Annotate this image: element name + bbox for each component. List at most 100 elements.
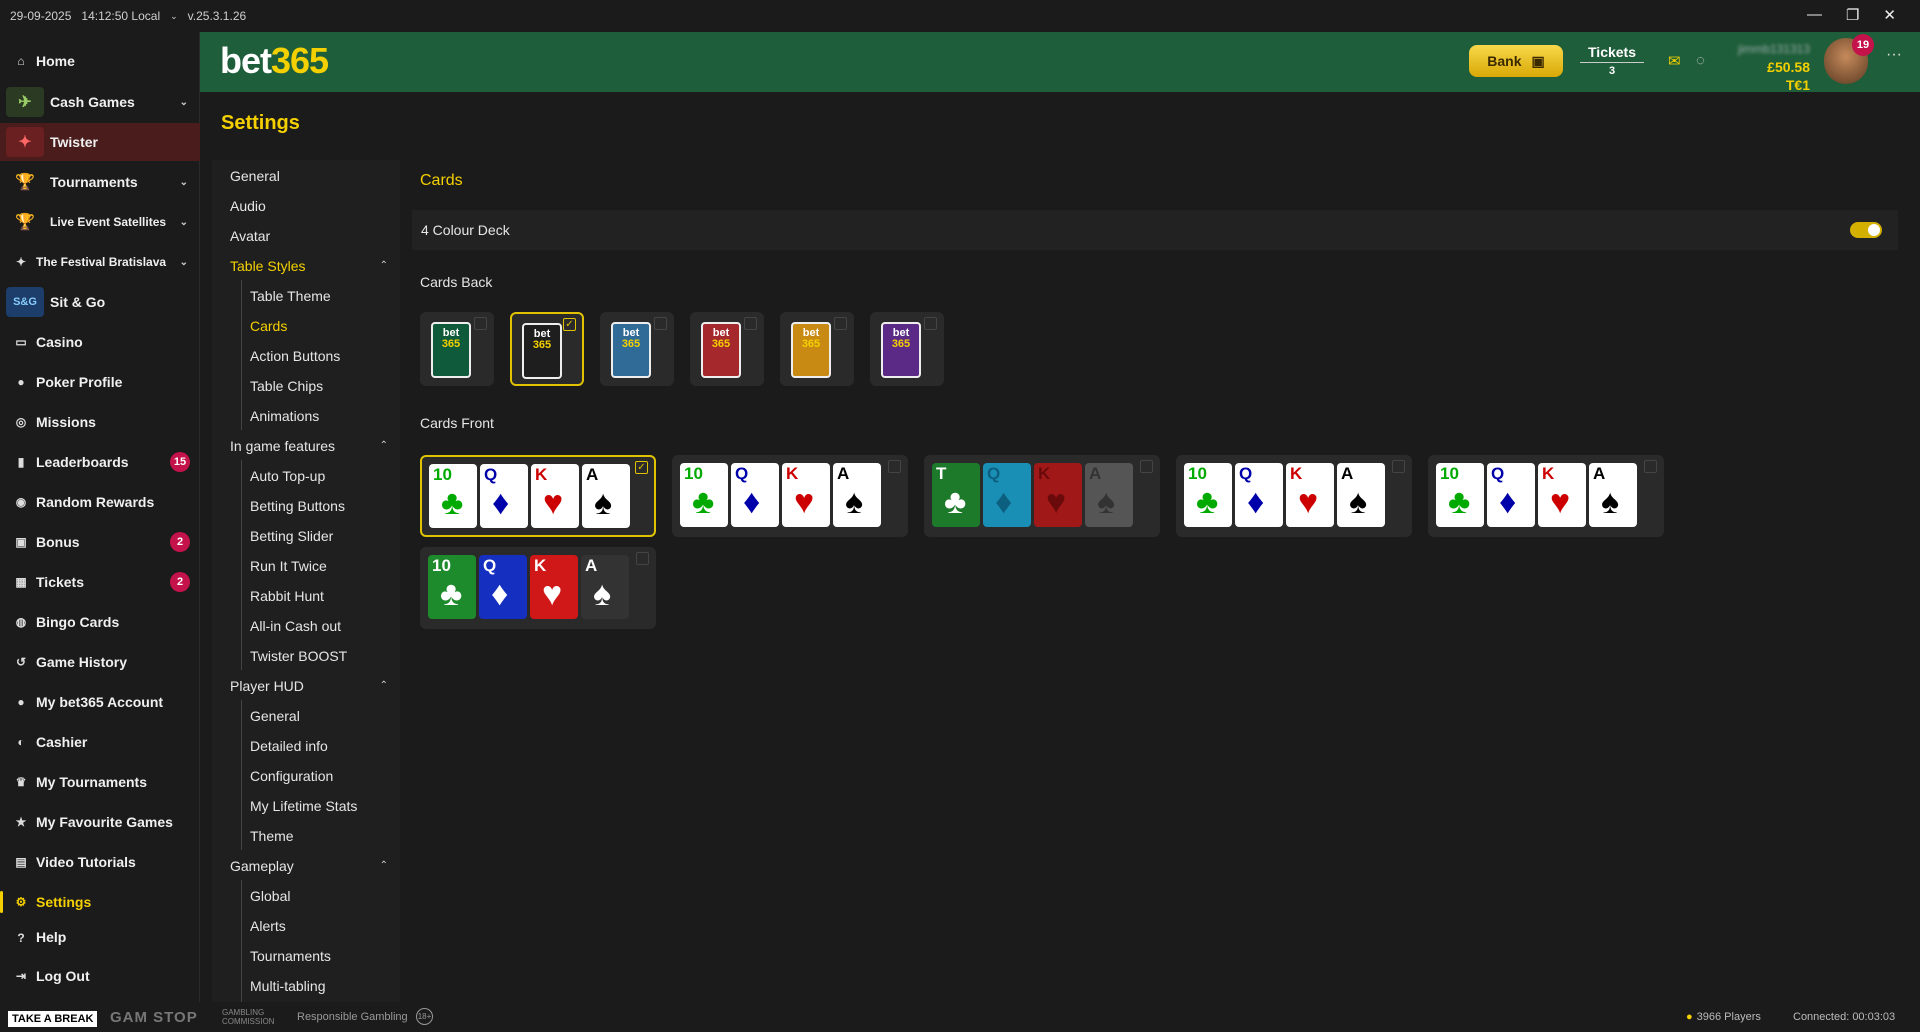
chevron-down-icon[interactable]: ⌄ [180, 177, 188, 188]
chevron-down-icon[interactable]: ⌄ [180, 97, 188, 108]
mail-icon[interactable]: ✉ [1668, 52, 1681, 70]
settings-nav-general[interactable]: General [230, 168, 280, 184]
sidebar-item-my-tournaments[interactable]: ♛ My Tournaments [0, 763, 200, 801]
sidebar-item-cash-games[interactable]: ✈ Cash Games ⌄ [0, 83, 200, 121]
sidebar-item-settings[interactable]: ⚙ Settings [0, 883, 200, 921]
card-front-option[interactable]: 10♣Q♦K♥A♠✓ [420, 455, 656, 537]
card-preview: 10 ♣ [429, 464, 477, 528]
card-back-option[interactable]: bet365✓ [510, 312, 584, 386]
sidebar-item-cashier[interactable]: ◐ Cashier [0, 723, 200, 761]
settings-nav-animations[interactable]: Animations [250, 408, 319, 424]
more-options-icon[interactable]: ··· [1886, 46, 1902, 64]
minimize-icon[interactable]: — [1807, 6, 1822, 24]
chevron-down-icon[interactable]: ⌄ [180, 217, 188, 228]
card-back-option[interactable]: bet365✓ [420, 312, 494, 386]
settings-nav-betting-buttons[interactable]: Betting Buttons [250, 498, 345, 514]
chevron-up-icon[interactable]: ⌃ [380, 260, 388, 271]
sidebar-item-sit-go[interactable]: S&G Sit & Go [0, 283, 200, 321]
card-front-option[interactable]: 10♣Q♦K♥A♠✓ [420, 547, 656, 629]
balance-panel[interactable]: jimmb131313 £50.58 T€1 [1700, 40, 1810, 94]
sidebar-item-game-history[interactable]: ↺ Game History [0, 643, 200, 681]
settings-nav-twister-boost[interactable]: Twister BOOST [250, 648, 347, 664]
card-front-option[interactable]: T♣Q♦K♥A♠✓ [924, 455, 1160, 537]
card-rank: 10 [1440, 464, 1459, 483]
settings-nav-theme[interactable]: Theme [250, 828, 294, 844]
chevron-down-icon[interactable]: ⌄ [180, 257, 188, 268]
settings-nav-rabbit-hunt[interactable]: Rabbit Hunt [250, 588, 324, 604]
sidebar-item-tickets[interactable]: ▦ Tickets 2 [0, 563, 200, 601]
settings-nav-gameplay[interactable]: Gameplay [230, 858, 294, 874]
timezone-dropdown[interactable]: ⌄ [170, 11, 178, 22]
settings-nav-auto-top-up[interactable]: Auto Top-up [250, 468, 325, 484]
bonus-badge: 2 [170, 532, 190, 552]
card-front-option[interactable]: 10♣Q♦K♥A♠✓ [672, 455, 908, 537]
avatar[interactable]: 19 [1824, 34, 1874, 84]
card-front-option[interactable]: 10♣Q♦K♥A♠✓ [1428, 455, 1664, 537]
settings-nav-configuration[interactable]: Configuration [250, 768, 333, 784]
gambling-commission-logo[interactable]: GAMBLING COMMISSION [222, 1008, 282, 1026]
card-rank: K [1542, 464, 1555, 483]
card-suit-icon: ♠ [1601, 483, 1620, 521]
sidebar-item-casino[interactable]: ▭ Casino [0, 323, 200, 361]
settings-nav-in-game-features[interactable]: In game features [230, 438, 335, 454]
settings-nav-my-lifetime-stats[interactable]: My Lifetime Stats [250, 798, 357, 814]
sidebar-item-my-favourite-games[interactable]: ★ My Favourite Games [0, 803, 200, 841]
card-back-logo-text: 365 [621, 338, 641, 350]
responsible-gambling-link[interactable]: Responsible Gambling [297, 1011, 408, 1023]
settings-nav-audio[interactable]: Audio [230, 198, 266, 214]
settings-nav-alerts[interactable]: Alerts [250, 918, 286, 934]
sidebar-item-poker-profile[interactable]: ● Poker Profile [0, 363, 200, 401]
settings-nav-run-it-twice[interactable]: Run It Twice [250, 558, 327, 574]
chevron-up-icon[interactable]: ⌃ [380, 440, 388, 451]
settings-nav-table-styles[interactable]: Table Styles [230, 258, 305, 274]
chevron-up-icon[interactable]: ⌃ [380, 680, 388, 691]
sidebar-item-tournaments[interactable]: 🏆 Tournaments ⌄ [0, 163, 200, 201]
sidebar-item-leaderboards[interactable]: ▮ Leaderboards 15 [0, 443, 200, 481]
settings-nav-all-in-cash-out[interactable]: All-in Cash out [250, 618, 341, 634]
restore-icon[interactable]: ❐ [1846, 6, 1859, 24]
card-back-option[interactable]: bet365✓ [600, 312, 674, 386]
settings-nav-cards[interactable]: Cards [250, 318, 287, 334]
settings-nav-detailed-info[interactable]: Detailed info [250, 738, 328, 754]
tickets-button[interactable]: Tickets 3 [1580, 44, 1644, 77]
checkbox-icon: ✓ [924, 317, 937, 330]
sidebar-item-random-rewards[interactable]: ◉ Random Rewards [0, 483, 200, 521]
checkbox-icon: ✓ [636, 552, 649, 565]
card-suit-icon: ♦ [1247, 483, 1265, 521]
card-back-option[interactable]: bet365✓ [870, 312, 944, 386]
four-colour-deck-toggle[interactable] [1850, 222, 1882, 238]
settings-nav-avatar[interactable]: Avatar [230, 228, 270, 244]
sidebar-item-video-tutorials[interactable]: ▤ Video Tutorials [0, 843, 200, 881]
settings-nav-tournaments[interactable]: Tournaments [250, 948, 331, 964]
bank-button[interactable]: Bank ▣ [1469, 45, 1563, 77]
settings-nav-hud-general[interactable]: General [250, 708, 300, 724]
close-icon[interactable]: ✕ [1883, 6, 1896, 24]
card-back-option[interactable]: bet365✓ [690, 312, 764, 386]
gamstop-logo[interactable]: GAM STOP [110, 1009, 198, 1026]
settings-nav-table-theme[interactable]: Table Theme [250, 288, 331, 304]
sidebar-item-bonus[interactable]: ▣ Bonus 2 [0, 523, 200, 561]
settings-nav-betting-slider[interactable]: Betting Slider [250, 528, 333, 544]
sidebar-item-log-out[interactable]: ⇥ Log Out [0, 957, 200, 995]
settings-nav-table-chips[interactable]: Table Chips [250, 378, 323, 394]
sidebar-item-missions[interactable]: ◎ Missions [0, 403, 200, 441]
card-front-option[interactable]: 10♣Q♦K♥A♠✓ [1176, 455, 1412, 537]
sidebar-item-twister[interactable]: ✦ Twister [0, 123, 200, 161]
chevron-up-icon[interactable]: ⌃ [380, 860, 388, 871]
sidebar-item-my-account[interactable]: ● My bet365 Account [0, 683, 200, 721]
bet365-logo[interactable]: bet365 [220, 40, 329, 82]
settings-nav-global[interactable]: Global [250, 888, 290, 904]
connection-status: Connected: 00:03:03 [1793, 1011, 1896, 1023]
card-back-option[interactable]: bet365✓ [780, 312, 854, 386]
settings-nav-action-buttons[interactable]: Action Buttons [250, 348, 340, 364]
age-18-icon: 18+ [416, 1008, 433, 1025]
settings-nav-multi-tabling[interactable]: Multi-tabling [250, 978, 325, 994]
sidebar-item-help[interactable]: ? Help [0, 923, 200, 945]
sidebar-item-live-event-satellites[interactable]: 🏆 Live Event Satellites ⌄ [0, 203, 200, 241]
notification-badge: 19 [1852, 34, 1874, 56]
sidebar-item-festival-bratislava[interactable]: ✦ The Festival Bratislava ⌄ [0, 243, 200, 281]
sidebar-item-bingo-cards[interactable]: ◍ Bingo Cards [0, 603, 200, 641]
sidebar-item-home[interactable]: ⌂ Home [0, 42, 200, 80]
take-a-break-button[interactable]: TAKE A BREAK [8, 1011, 98, 1027]
settings-nav-player-hud[interactable]: Player HUD [230, 678, 304, 694]
